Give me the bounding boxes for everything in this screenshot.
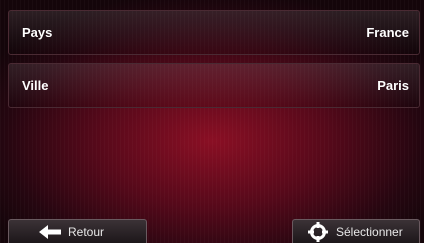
country-label: Pays <box>22 25 53 40</box>
country-value: France <box>366 25 409 40</box>
back-button-label: Retour <box>68 224 105 239</box>
city-value: Paris <box>377 78 409 93</box>
select-button-label: Sélectionner <box>336 224 403 239</box>
back-button[interactable]: Retour <box>8 219 147 243</box>
select-button[interactable]: Sélectionner <box>292 219 420 243</box>
arrow-left-icon <box>39 224 61 239</box>
city-label: Ville <box>22 78 49 93</box>
city-row[interactable]: Ville Paris <box>8 63 420 108</box>
country-row[interactable]: Pays France <box>8 10 420 55</box>
bottom-toolbar: Retour Sélectionner <box>0 219 424 243</box>
crosshair-icon <box>308 221 328 242</box>
